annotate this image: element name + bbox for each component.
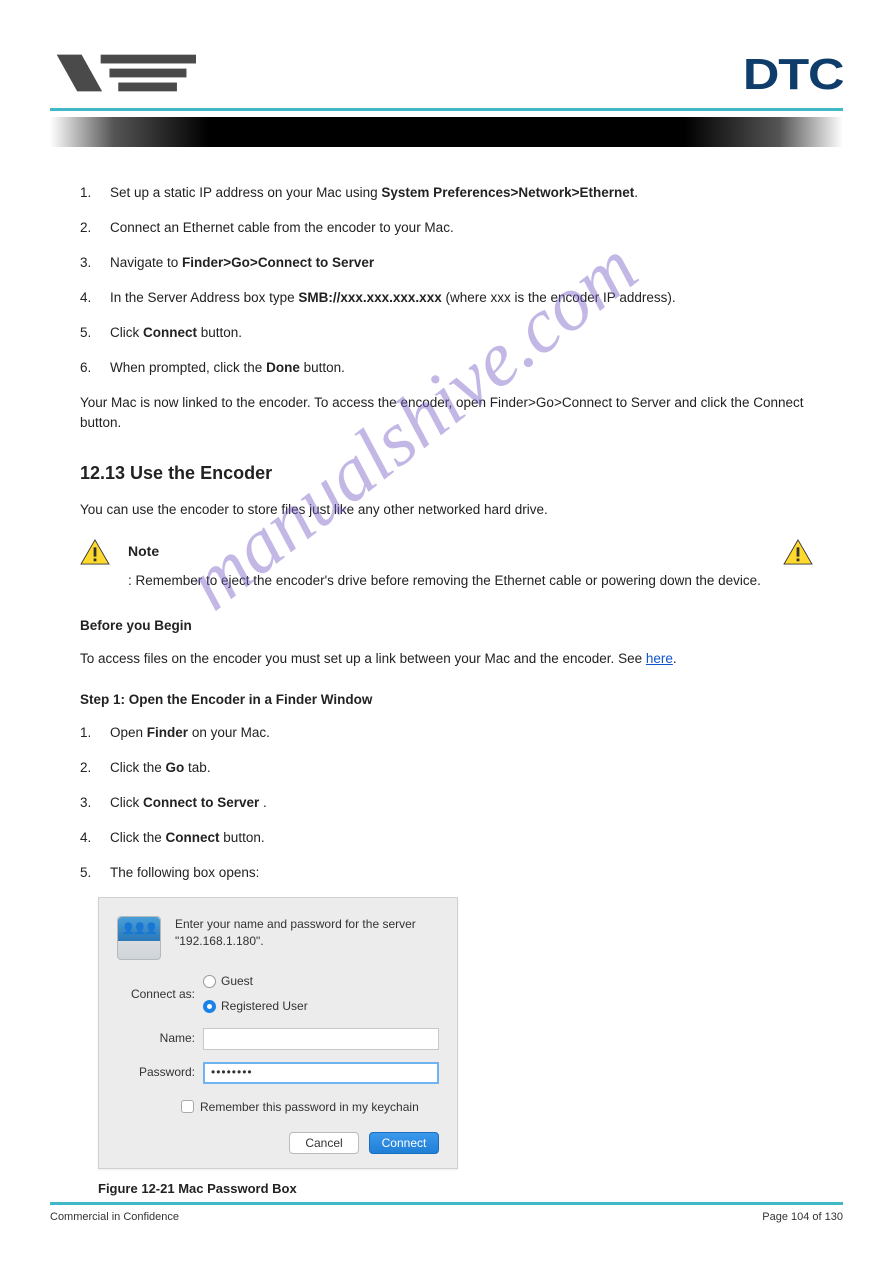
step-text: Set up a static IP address on your Mac u… [110,183,813,204]
cancel-button[interactable]: Cancel [289,1132,359,1154]
section-heading: 12.13 Use the Encoder [80,460,813,488]
dialog-screenshot: 👤👤👤 Enter your name and password for the… [98,897,813,1169]
ve-logo-icon [50,51,210,100]
before-begin-text: To access files on the encoder you must … [80,649,813,670]
dtc-logo: DTC [742,50,843,100]
step-text: In the Server Address box type SMB://xxx… [110,288,813,309]
note-label: Note [110,541,783,563]
step-item: 3. Click Connect to Server . [80,793,813,814]
step-item: 1. Open Finder on your Mac. [80,723,813,744]
step-text: Open Finder on your Mac. [110,723,813,744]
step-item: 4. Click the Connect button. [80,828,813,849]
note-body: : Remember to eject the encoder's drive … [80,571,813,592]
step-item: 6. When prompted, click the Done button. [80,358,813,379]
connect-button[interactable]: Connect [369,1132,439,1154]
guest-radio[interactable]: Guest [203,972,308,991]
remember-checkbox-row[interactable]: Remember this password in my keychain [117,1098,439,1117]
connect-as-label: Connect as: [117,985,203,1004]
name-input[interactable] [203,1028,439,1050]
step-number: 4. [80,828,110,849]
step-text: Click the Go tab. [110,758,813,779]
step-number: 1. [80,723,110,744]
step-number: 3. [80,253,110,274]
figure-caption: Figure 12-21 Mac Password Box [98,1179,813,1199]
step-item: 4. In the Server Address box type SMB://… [80,288,813,309]
step-item: 1. Set up a static IP address on your Ma… [80,183,813,204]
step-text: Click Connect to Server . [110,793,813,814]
step-text: Click the Connect button. [110,828,813,849]
step-number: 5. [80,323,110,344]
step-text: When prompted, click the Done button. [110,358,813,379]
mac-connect-dialog: 👤👤👤 Enter your name and password for the… [98,897,458,1169]
before-begin-heading: Before you Begin [80,616,813,637]
page-footer: Commercial in Confidence Page 104 of 130 [50,1202,843,1223]
warning-icon [80,539,110,565]
step-number: 2. [80,758,110,779]
step-text: Connect an Ethernet cable from the encod… [110,218,813,239]
dialog-message: Enter your name and password for the ser… [175,916,439,960]
step-item: 5. Click Connect button. [80,323,813,344]
step-item: 2. Click the Go tab. [80,758,813,779]
page-content: 1. Set up a static IP address on your Ma… [50,183,843,1199]
page-header: DTC [50,50,843,100]
footer-rule [50,1202,843,1205]
footer-right: Page 104 of 130 [762,1211,843,1223]
registered-user-radio[interactable]: Registered User [203,997,308,1016]
step1-heading: Step 1: Open the Encoder in a Finder Win… [80,690,813,711]
step-number: 1. [80,183,110,204]
server-disk-icon: 👤👤👤 [117,916,161,960]
step-item: 3. Navigate to Finder>Go>Connect to Serv… [80,253,813,274]
password-label: Password: [117,1063,203,1082]
step-text: Navigate to Finder>Go>Connect to Server [110,253,813,274]
closing-paragraph: Your Mac is now linked to the encoder. T… [80,393,813,435]
step-text: The following box opens: [110,863,813,884]
header-rule [50,108,843,111]
step-text: Click Connect button. [110,323,813,344]
here-link[interactable]: here [646,651,673,666]
step-number: 6. [80,358,110,379]
step-number: 5. [80,863,110,884]
step-number: 3. [80,793,110,814]
note-block: Note : Remember to eject the encoder's d… [80,539,813,592]
remember-checkbox[interactable] [181,1100,194,1113]
password-input[interactable]: •••••••• [203,1062,439,1084]
header-black-bar [50,117,843,147]
intro-paragraph: You can use the encoder to store files j… [80,500,813,521]
footer-left: Commercial in Confidence [50,1211,179,1223]
name-label: Name: [117,1029,203,1048]
step-number: 2. [80,218,110,239]
step-number: 4. [80,288,110,309]
remember-label: Remember this password in my keychain [200,1098,419,1117]
warning-icon [783,539,813,565]
step-item: 5. The following box opens: [80,863,813,884]
step-item: 2. Connect an Ethernet cable from the en… [80,218,813,239]
